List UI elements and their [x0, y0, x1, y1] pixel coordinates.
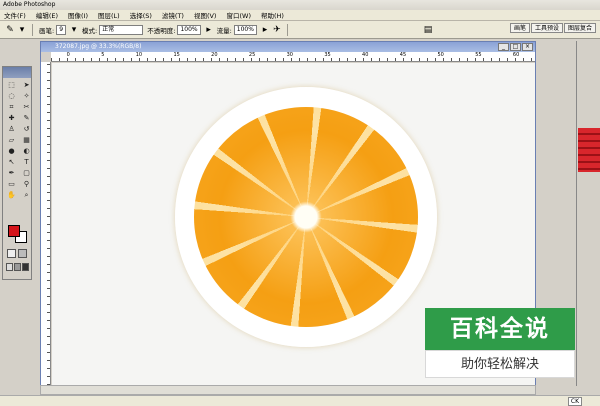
move-tool-icon[interactable]: ➤ — [20, 80, 33, 90]
mode-label: 模式: — [82, 26, 98, 35]
tab-tool-presets[interactable]: 工具预设 — [530, 23, 563, 33]
screen-mode-toggles — [6, 263, 30, 272]
blur-tool-icon[interactable]: ● — [5, 146, 18, 156]
app-title-bar: Adobe Photoshop — [0, 0, 600, 10]
watermark-subtitle: 助你轻松解决 — [425, 350, 575, 378]
ruler-number: 50 — [437, 52, 444, 58]
brush-size-picker[interactable]: 9 — [56, 24, 67, 35]
menu-help[interactable]: 帮助(H) — [261, 10, 284, 20]
chevron-right-icon[interactable]: ▸ — [259, 25, 271, 35]
ruler-number: 45 — [399, 52, 407, 58]
slice-tool-icon[interactable]: ✂ — [20, 102, 33, 112]
ruler-number: 25 — [248, 52, 256, 58]
right-palette-panel — [576, 41, 600, 386]
separator — [286, 23, 288, 36]
chevron-down-icon[interactable]: ▾ — [16, 25, 28, 35]
palette-well: 画笔 工具预设 图层复合 — [509, 23, 596, 33]
stamp-tool-icon[interactable]: ♙ — [5, 124, 18, 134]
lasso-tool-icon[interactable]: ◌ — [5, 91, 18, 101]
ruler-number: 0 — [66, 52, 70, 58]
screen-mode-full-icon[interactable] — [14, 263, 21, 271]
menu-select[interactable]: 选择(S) — [130, 10, 152, 20]
opacity-field[interactable]: 100% — [177, 24, 201, 35]
horizontal-scrollbar[interactable] — [40, 385, 536, 395]
eraser-tool-icon[interactable]: ▱ — [5, 135, 18, 145]
type-tool-icon[interactable]: T — [20, 157, 33, 167]
ruler-number: 15 — [173, 52, 180, 58]
orange-slice-image — [175, 87, 437, 347]
ruler-numbers: 0 5 10 15 20 25 30 35 40 45 50 55 60 — [51, 52, 535, 58]
document-title: 372087.jpg @ 33.3%(RGB/8) — [55, 43, 142, 50]
mode-select[interactable]: 正常 — [99, 24, 144, 35]
quickmask-toggles — [7, 249, 29, 258]
file-browser-icon[interactable]: ▤ — [422, 25, 434, 35]
flow-field[interactable]: 100% — [233, 24, 257, 35]
standard-mode-icon[interactable] — [7, 249, 16, 258]
menu-file[interactable]: 文件(F) — [4, 10, 26, 20]
airbrush-icon[interactable]: ✈ — [271, 25, 283, 35]
orange-pulp — [194, 107, 418, 327]
dodge-tool-icon[interactable]: ◐ — [20, 146, 33, 156]
notes-tool-icon[interactable]: ▭ — [5, 179, 18, 189]
menu-view[interactable]: 视图(V) — [194, 10, 217, 20]
close-icon[interactable]: × — [522, 43, 533, 51]
foreground-color-swatch[interactable] — [8, 225, 20, 237]
menu-layer[interactable]: 图层(L) — [98, 10, 120, 20]
ruler-number: 55 — [475, 52, 482, 58]
tab-layer-comps[interactable]: 图层复合 — [563, 23, 596, 33]
screen-mode-standard-icon[interactable] — [6, 263, 13, 271]
brush-label: 画笔: — [39, 26, 55, 35]
menu-edit[interactable]: 编辑(E) — [36, 10, 58, 20]
document-title-bar[interactable]: 372087.jpg @ 33.3%(RGB/8) _ □ × — [41, 42, 535, 52]
magic-wand-icon[interactable]: ✧ — [20, 91, 33, 101]
tool-grid: ⬚ ➤ ◌ ✧ ⌗ ✂ ✚ ✎ ♙ ↺ ▱ ▦ ● ◐ ↖ T ✒ ▢ ▭ ⚲ … — [3, 78, 31, 202]
marquee-tool-icon[interactable]: ⬚ — [5, 80, 18, 90]
separator — [32, 23, 33, 36]
quickmask-mode-icon[interactable] — [18, 249, 27, 258]
window-buttons: _ □ × — [497, 43, 533, 51]
screen-mode-black-icon[interactable] — [22, 263, 29, 271]
pen-tool-icon[interactable]: ✒ — [5, 168, 18, 178]
watermark-title: 百科全说 — [425, 308, 575, 350]
menu-window[interactable]: 窗口(W) — [226, 10, 251, 20]
chevron-right-icon[interactable]: ▸ — [203, 25, 215, 35]
shape-tool-icon[interactable]: ▢ — [20, 168, 33, 178]
chevron-down-icon[interactable]: ▾ — [68, 25, 80, 35]
watermark-logo: 百科全说 助你轻松解决 — [425, 308, 575, 378]
ruler-number: 40 — [362, 52, 369, 58]
status-bar: CK — [0, 395, 600, 406]
flow-label: 流量: — [216, 26, 232, 35]
vertical-ruler — [41, 62, 51, 385]
brush-tool-icon[interactable]: ✎ — [20, 113, 33, 123]
minimize-icon[interactable]: _ — [498, 43, 509, 51]
ruler-number: 60 — [512, 52, 520, 58]
menu-filter[interactable]: 滤镜(T) — [162, 10, 184, 20]
toolbox: ⬚ ➤ ◌ ✧ ⌗ ✂ ✚ ✎ ♙ ↺ ▱ ▦ ● ◐ ↖ T ✒ ▢ ▭ ⚲ … — [2, 66, 32, 280]
ruler-number: 20 — [211, 52, 218, 58]
swatches-palette[interactable] — [578, 128, 600, 172]
app-title: Adobe Photoshop — [3, 1, 56, 8]
ruler-number: 35 — [324, 52, 331, 58]
ruler-number: 5 — [101, 52, 105, 58]
menu-image[interactable]: 图像(I) — [68, 10, 88, 20]
opacity-label: 不透明度: — [147, 26, 176, 35]
toolbox-header[interactable] — [3, 67, 31, 78]
path-select-icon[interactable]: ↖ — [5, 157, 18, 167]
healing-brush-icon[interactable]: ✚ — [5, 113, 18, 123]
status-tag: CK — [567, 397, 582, 406]
gradient-tool-icon[interactable]: ▦ — [20, 135, 33, 145]
crop-tool-icon[interactable]: ⌗ — [5, 102, 18, 112]
history-brush-icon[interactable]: ↺ — [20, 124, 33, 134]
maximize-icon[interactable]: □ — [510, 43, 521, 51]
zoom-tool-icon[interactable]: ⌕ — [20, 190, 33, 200]
ruler-number: 30 — [286, 52, 293, 58]
ruler-number: 10 — [135, 52, 143, 58]
tab-brushes[interactable]: 画笔 — [509, 23, 530, 33]
menu-bar: 文件(F) 编辑(E) 图像(I) 图层(L) 选择(S) 滤镜(T) 视图(V… — [0, 10, 600, 21]
hand-tool-icon[interactable]: ✋ — [5, 190, 18, 200]
eyedropper-icon[interactable]: ⚲ — [20, 179, 33, 189]
brush-tool-icon[interactable]: ✎ — [4, 25, 16, 35]
horizontal-ruler: 0 5 10 15 20 25 30 35 40 45 50 55 60 — [51, 52, 535, 62]
